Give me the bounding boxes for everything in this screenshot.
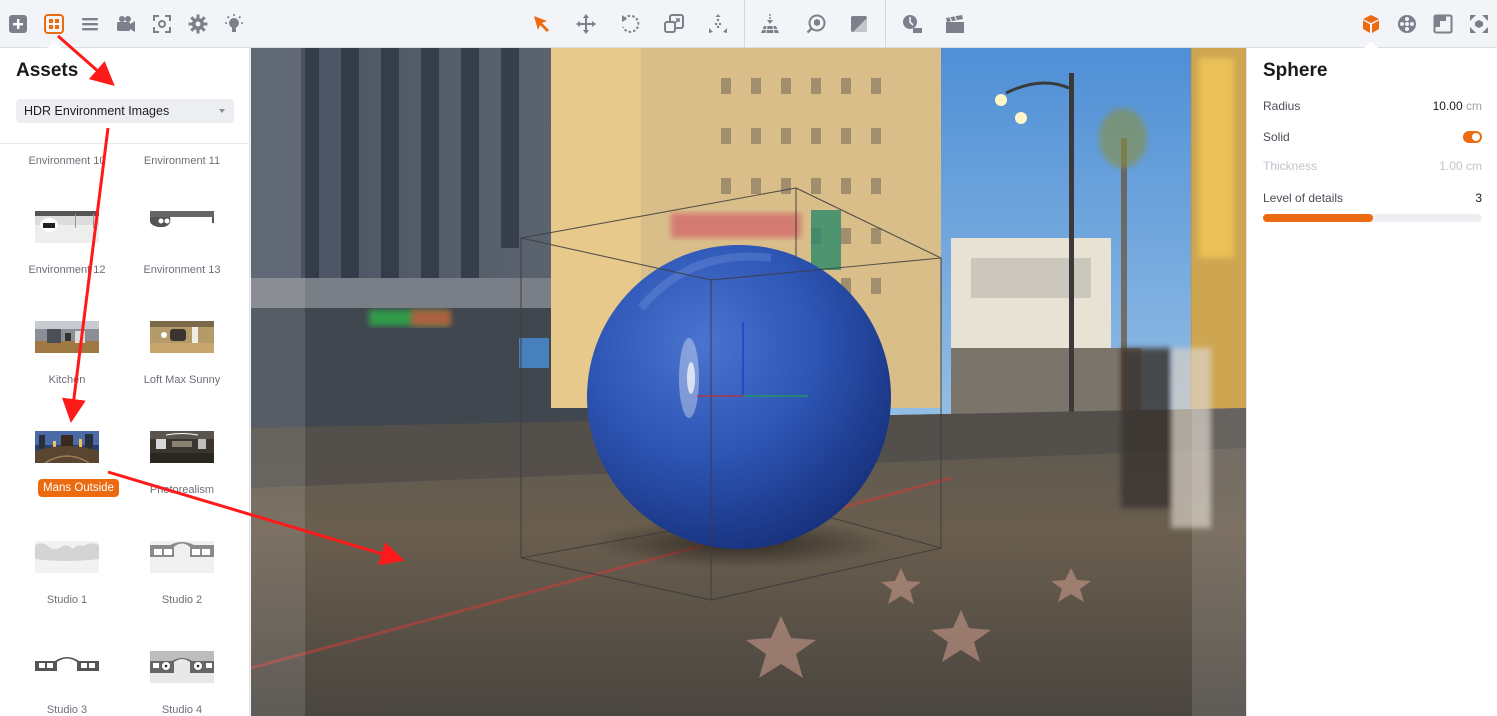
level-of-details-label: Level of details bbox=[1263, 191, 1344, 205]
render-time-icon bbox=[903, 15, 922, 33]
inspect-object-button[interactable] bbox=[804, 12, 828, 36]
focus-button[interactable] bbox=[150, 12, 174, 36]
properties-panel: Sphere Radius 10.00 cm Solid Thickness 1… bbox=[1246, 48, 1497, 716]
scene-list-button[interactable] bbox=[78, 12, 102, 36]
clapperboard-icon bbox=[946, 15, 964, 33]
frame-button[interactable] bbox=[1431, 12, 1455, 36]
light-icon bbox=[225, 14, 243, 32]
radius-row: Radius 10.00 cm bbox=[1263, 99, 1482, 115]
thickness-label: Thickness bbox=[1263, 159, 1318, 173]
selected-sphere[interactable] bbox=[587, 245, 891, 549]
rotate-icon bbox=[622, 14, 640, 33]
asset-thumbnail bbox=[35, 431, 99, 463]
asset-item[interactable]: Loft Max Sunny bbox=[125, 269, 235, 386]
explode-icon bbox=[709, 14, 727, 33]
radius-label: Radius bbox=[1263, 99, 1301, 113]
gear-icon bbox=[188, 14, 208, 34]
add-icon bbox=[9, 15, 27, 33]
thickness-field: 1.00 cm bbox=[1439, 159, 1482, 173]
asset-thumbnail bbox=[150, 321, 214, 353]
object-properties-button[interactable] bbox=[1359, 12, 1383, 36]
asset-thumbnail bbox=[35, 321, 99, 353]
animation-button[interactable] bbox=[943, 12, 967, 36]
fullscreen-button[interactable] bbox=[1467, 12, 1491, 36]
asset-item[interactable]: Photorealism bbox=[125, 379, 235, 496]
asset-thumbnail bbox=[35, 541, 99, 573]
asset-thumbnail bbox=[35, 211, 99, 243]
object-title: Sphere bbox=[1263, 60, 1328, 81]
rotate-tool-button[interactable] bbox=[618, 12, 642, 36]
explode-tool-button[interactable] bbox=[706, 12, 730, 36]
select-arrow-icon bbox=[534, 16, 549, 32]
render-time-button[interactable] bbox=[900, 12, 924, 36]
slider-fill bbox=[1263, 214, 1373, 222]
move-tool-button[interactable] bbox=[574, 12, 598, 36]
add-button[interactable] bbox=[6, 12, 30, 36]
thickness-unit: cm bbox=[1466, 159, 1482, 173]
toolbar-divider bbox=[744, 0, 745, 48]
list-icon bbox=[82, 18, 98, 31]
asset-item[interactable]: Environment 10 bbox=[0, 49, 110, 167]
settings-button[interactable] bbox=[186, 12, 210, 36]
3d-viewport[interactable] bbox=[251, 48, 1246, 716]
asset-item[interactable]: Environment 12 bbox=[10, 159, 120, 276]
material-icon bbox=[851, 16, 867, 32]
top-toolbar bbox=[0, 0, 1497, 48]
move-icon bbox=[576, 14, 596, 34]
toggle-knob bbox=[1472, 133, 1480, 141]
solid-toggle[interactable] bbox=[1463, 131, 1482, 143]
select-tool-button[interactable] bbox=[530, 12, 554, 36]
asset-thumbnail bbox=[150, 211, 214, 243]
camera-icon bbox=[117, 16, 135, 32]
radius-unit: cm bbox=[1466, 99, 1482, 113]
asset-item[interactable]: Kitchen bbox=[10, 269, 120, 386]
solid-row: Solid bbox=[1263, 130, 1482, 146]
drop-to-floor-button[interactable] bbox=[758, 12, 782, 36]
scale-tool-button[interactable] bbox=[662, 12, 686, 36]
drop-to-floor-icon bbox=[761, 14, 779, 34]
material-button[interactable] bbox=[847, 12, 871, 36]
level-of-details-slider[interactable] bbox=[1263, 214, 1482, 222]
asset-label: Studio 4 bbox=[161, 704, 203, 716]
level-of-details-row: Level of details 3 bbox=[1263, 191, 1482, 207]
asset-item[interactable]: Environment 13 bbox=[125, 159, 235, 276]
solid-label: Solid bbox=[1263, 130, 1290, 144]
frame-icon bbox=[1433, 14, 1453, 34]
asset-thumbnail bbox=[150, 431, 214, 463]
asset-item[interactable]: Mans Outside bbox=[10, 379, 120, 497]
asset-thumbnail bbox=[150, 651, 214, 683]
inspect-object-icon bbox=[806, 14, 826, 34]
asset-thumbnail bbox=[35, 651, 99, 683]
asset-item[interactable]: Studio 2 bbox=[125, 489, 235, 606]
assets-icon bbox=[44, 14, 64, 34]
asset-item[interactable]: Studio 1 bbox=[10, 489, 120, 606]
level-of-details-value: 3 bbox=[1475, 191, 1482, 205]
lighting-button[interactable] bbox=[222, 12, 246, 36]
asset-thumbnail bbox=[150, 541, 214, 573]
asset-item[interactable]: Environment 11 bbox=[115, 49, 225, 167]
fullscreen-icon bbox=[1470, 15, 1488, 33]
scale-icon bbox=[664, 14, 684, 33]
app-window: Assets HDR Environment Images Environmen… bbox=[0, 0, 1497, 716]
thickness-value: 1.00 bbox=[1439, 159, 1463, 173]
assets-button[interactable] bbox=[42, 12, 66, 36]
active-tab-caret bbox=[47, 41, 61, 48]
camera-button[interactable] bbox=[114, 12, 138, 36]
focus-icon bbox=[153, 15, 171, 33]
asset-item[interactable]: Studio 3 bbox=[10, 599, 120, 716]
asset-label: Studio 3 bbox=[46, 704, 88, 716]
material-ball-icon bbox=[1398, 15, 1416, 33]
asset-item[interactable]: Studio 4 bbox=[125, 599, 235, 716]
thickness-row: Thickness 1.00 cm bbox=[1263, 159, 1482, 175]
active-tab-caret bbox=[1364, 41, 1378, 48]
assets-panel: Assets HDR Environment Images Environmen… bbox=[0, 48, 250, 716]
materials-button[interactable] bbox=[1395, 12, 1419, 36]
radius-field[interactable]: 10.00 cm bbox=[1433, 99, 1482, 113]
toolbar-divider bbox=[885, 0, 886, 48]
radius-value: 10.00 bbox=[1432, 99, 1463, 113]
viewport-scene bbox=[251, 48, 1246, 716]
object-cube-icon bbox=[1363, 15, 1379, 33]
